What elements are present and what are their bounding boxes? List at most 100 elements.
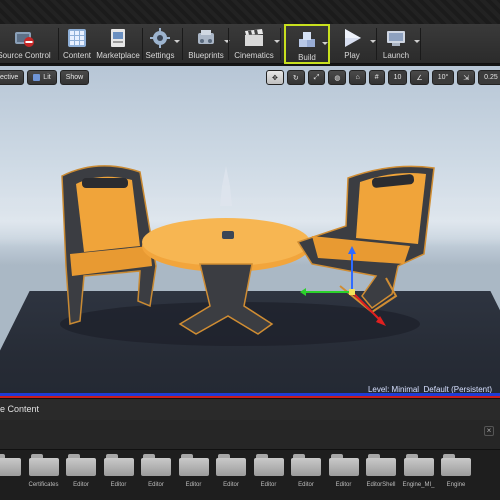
launch-icon xyxy=(385,27,407,49)
folder-label: Editor xyxy=(73,482,89,488)
world-local-button[interactable]: ◍ xyxy=(328,70,347,85)
level-viewport[interactable]: ective Lit Show ✥ ↻ ⤢ ◍ ⌂ # 10 ∠ 10° ⇲ 0… xyxy=(0,66,500,398)
blueprints-button[interactable]: Blueprints xyxy=(186,24,230,64)
folder-icon[interactable] xyxy=(366,454,396,476)
cinematics-button[interactable]: Cinematics xyxy=(232,24,280,64)
marketplace-button[interactable]: Marketplace xyxy=(96,24,140,64)
folder-icon[interactable] xyxy=(216,454,246,476)
lit-mode-button[interactable]: Lit xyxy=(27,70,57,85)
launch-label: Launch xyxy=(382,51,410,60)
scale-snap-value[interactable]: 0.25 xyxy=(478,70,500,85)
folder-icon[interactable] xyxy=(103,454,134,476)
build-dropdown-arrow[interactable] xyxy=(322,42,328,45)
folder-icon[interactable] xyxy=(178,454,209,476)
scale-icon: ⤢ xyxy=(313,73,320,81)
rotation-snap-toggle[interactable]: ∠ xyxy=(410,70,429,85)
marketplace-label: Marketplace xyxy=(96,51,140,60)
translate-icon: ✥ xyxy=(272,74,278,82)
cinematics-icon xyxy=(243,27,265,49)
settings-icon xyxy=(149,27,171,49)
viewport-left-toolbar: ective Lit Show xyxy=(0,70,90,85)
folder-icon[interactable] xyxy=(0,454,21,476)
folder-label: Editor xyxy=(185,482,202,488)
folder-icon[interactable] xyxy=(291,454,321,476)
rotate-tool-button[interactable]: ↻ xyxy=(286,70,305,85)
content-browser-header: e Content xyxy=(0,398,500,420)
play-icon xyxy=(341,27,363,49)
folder-label: Editor xyxy=(335,482,352,488)
folder-icon[interactable] xyxy=(441,454,471,476)
content-browser-panel: × Certificates Editor Editor Editor Editor Ed… xyxy=(0,420,500,500)
show-button[interactable]: Show xyxy=(59,70,90,85)
separator xyxy=(142,28,143,60)
lit-icon xyxy=(33,74,41,81)
blueprints-label: Blueprints xyxy=(188,51,224,60)
folder-icon[interactable] xyxy=(328,454,359,476)
lit-label: Lit xyxy=(43,74,51,81)
perspective-label: ective xyxy=(0,74,19,81)
separator xyxy=(228,28,229,60)
play-button[interactable]: Play xyxy=(334,24,376,64)
perspective-button[interactable]: ective xyxy=(0,70,25,85)
separator xyxy=(58,28,59,60)
viewport-right-toolbar: ✥ ↻ ⤢ ◍ ⌂ # 10 ∠ 10° ⇲ 0.25 ▣ 4 xyxy=(266,70,500,85)
source-control-icon xyxy=(13,27,35,49)
separator xyxy=(182,28,183,60)
folder-label: Certificates xyxy=(28,482,59,488)
grid-snap-toggle[interactable]: # xyxy=(368,70,385,85)
build-label: Build xyxy=(298,53,316,62)
scale-tool-button[interactable]: ⤢ xyxy=(307,70,326,85)
rotate-icon: ↻ xyxy=(292,74,299,82)
grid-snap-value-text: 10 xyxy=(393,74,402,81)
separator xyxy=(376,28,377,60)
cinematics-label: Cinematics xyxy=(234,51,274,60)
content-browser-toolbar: × xyxy=(0,420,500,450)
folder-label: Engine_MI_ xyxy=(402,482,435,488)
folder-icon[interactable] xyxy=(403,454,434,476)
content-browser-title[interactable]: e Content xyxy=(0,404,39,414)
source-control-label: Source Control xyxy=(0,51,51,60)
right-chair[interactable] xyxy=(296,165,435,314)
folder-icon[interactable] xyxy=(141,454,171,476)
folder-label: Editor xyxy=(223,482,239,488)
play-label: Play xyxy=(344,51,360,60)
folder-icon[interactable] xyxy=(253,454,284,476)
angle-icon: ∠ xyxy=(416,74,423,82)
scale-snap-icon: ⇲ xyxy=(463,74,470,82)
folder-icon[interactable] xyxy=(66,454,96,476)
content-label: Content xyxy=(62,51,92,60)
scale-snap-value-text: 0.25 xyxy=(484,74,498,81)
globe-icon: ◍ xyxy=(334,74,341,82)
content-button[interactable]: Content xyxy=(62,24,92,64)
grid-snap-value[interactable]: 10 xyxy=(387,70,408,85)
build-icon xyxy=(296,29,318,51)
scene-render xyxy=(60,165,435,346)
build-button[interactable]: Build xyxy=(284,24,330,64)
settings-button[interactable]: Settings xyxy=(144,24,180,64)
content-icon xyxy=(66,27,88,49)
folder-label: EditorShell xyxy=(366,482,396,488)
surface-snap-button[interactable]: ⌂ xyxy=(349,70,366,85)
blueprints-dropdown-arrow[interactable] xyxy=(224,40,230,43)
scale-snap-toggle[interactable]: ⇲ xyxy=(457,70,476,85)
separator xyxy=(280,28,281,60)
folder-label: Editor xyxy=(110,482,127,488)
translate-tool-button[interactable]: ✥ xyxy=(266,70,284,85)
folder-label: Editor xyxy=(298,482,314,488)
settings-label: Settings xyxy=(145,51,175,60)
title-strip xyxy=(0,0,500,24)
settings-dropdown-arrow[interactable] xyxy=(174,40,180,43)
folder-label: Engine xyxy=(446,482,466,488)
source-control-button[interactable]: Source Control xyxy=(0,24,54,64)
folder-label: Editor xyxy=(148,482,164,488)
main-toolbar: Source Control Content Marketplace Setti… xyxy=(0,24,500,64)
launch-button[interactable]: Launch xyxy=(380,24,420,64)
separator xyxy=(420,28,421,60)
folder-icon[interactable] xyxy=(28,454,59,476)
left-chair[interactable] xyxy=(61,165,157,325)
grid-snap-icon: # xyxy=(374,74,379,81)
rotation-snap-value-text: 10° xyxy=(437,74,449,81)
close-icon[interactable]: × xyxy=(484,426,494,436)
rotation-snap-value[interactable]: 10° xyxy=(431,70,455,85)
surface-snap-icon: ⌂ xyxy=(355,74,360,81)
